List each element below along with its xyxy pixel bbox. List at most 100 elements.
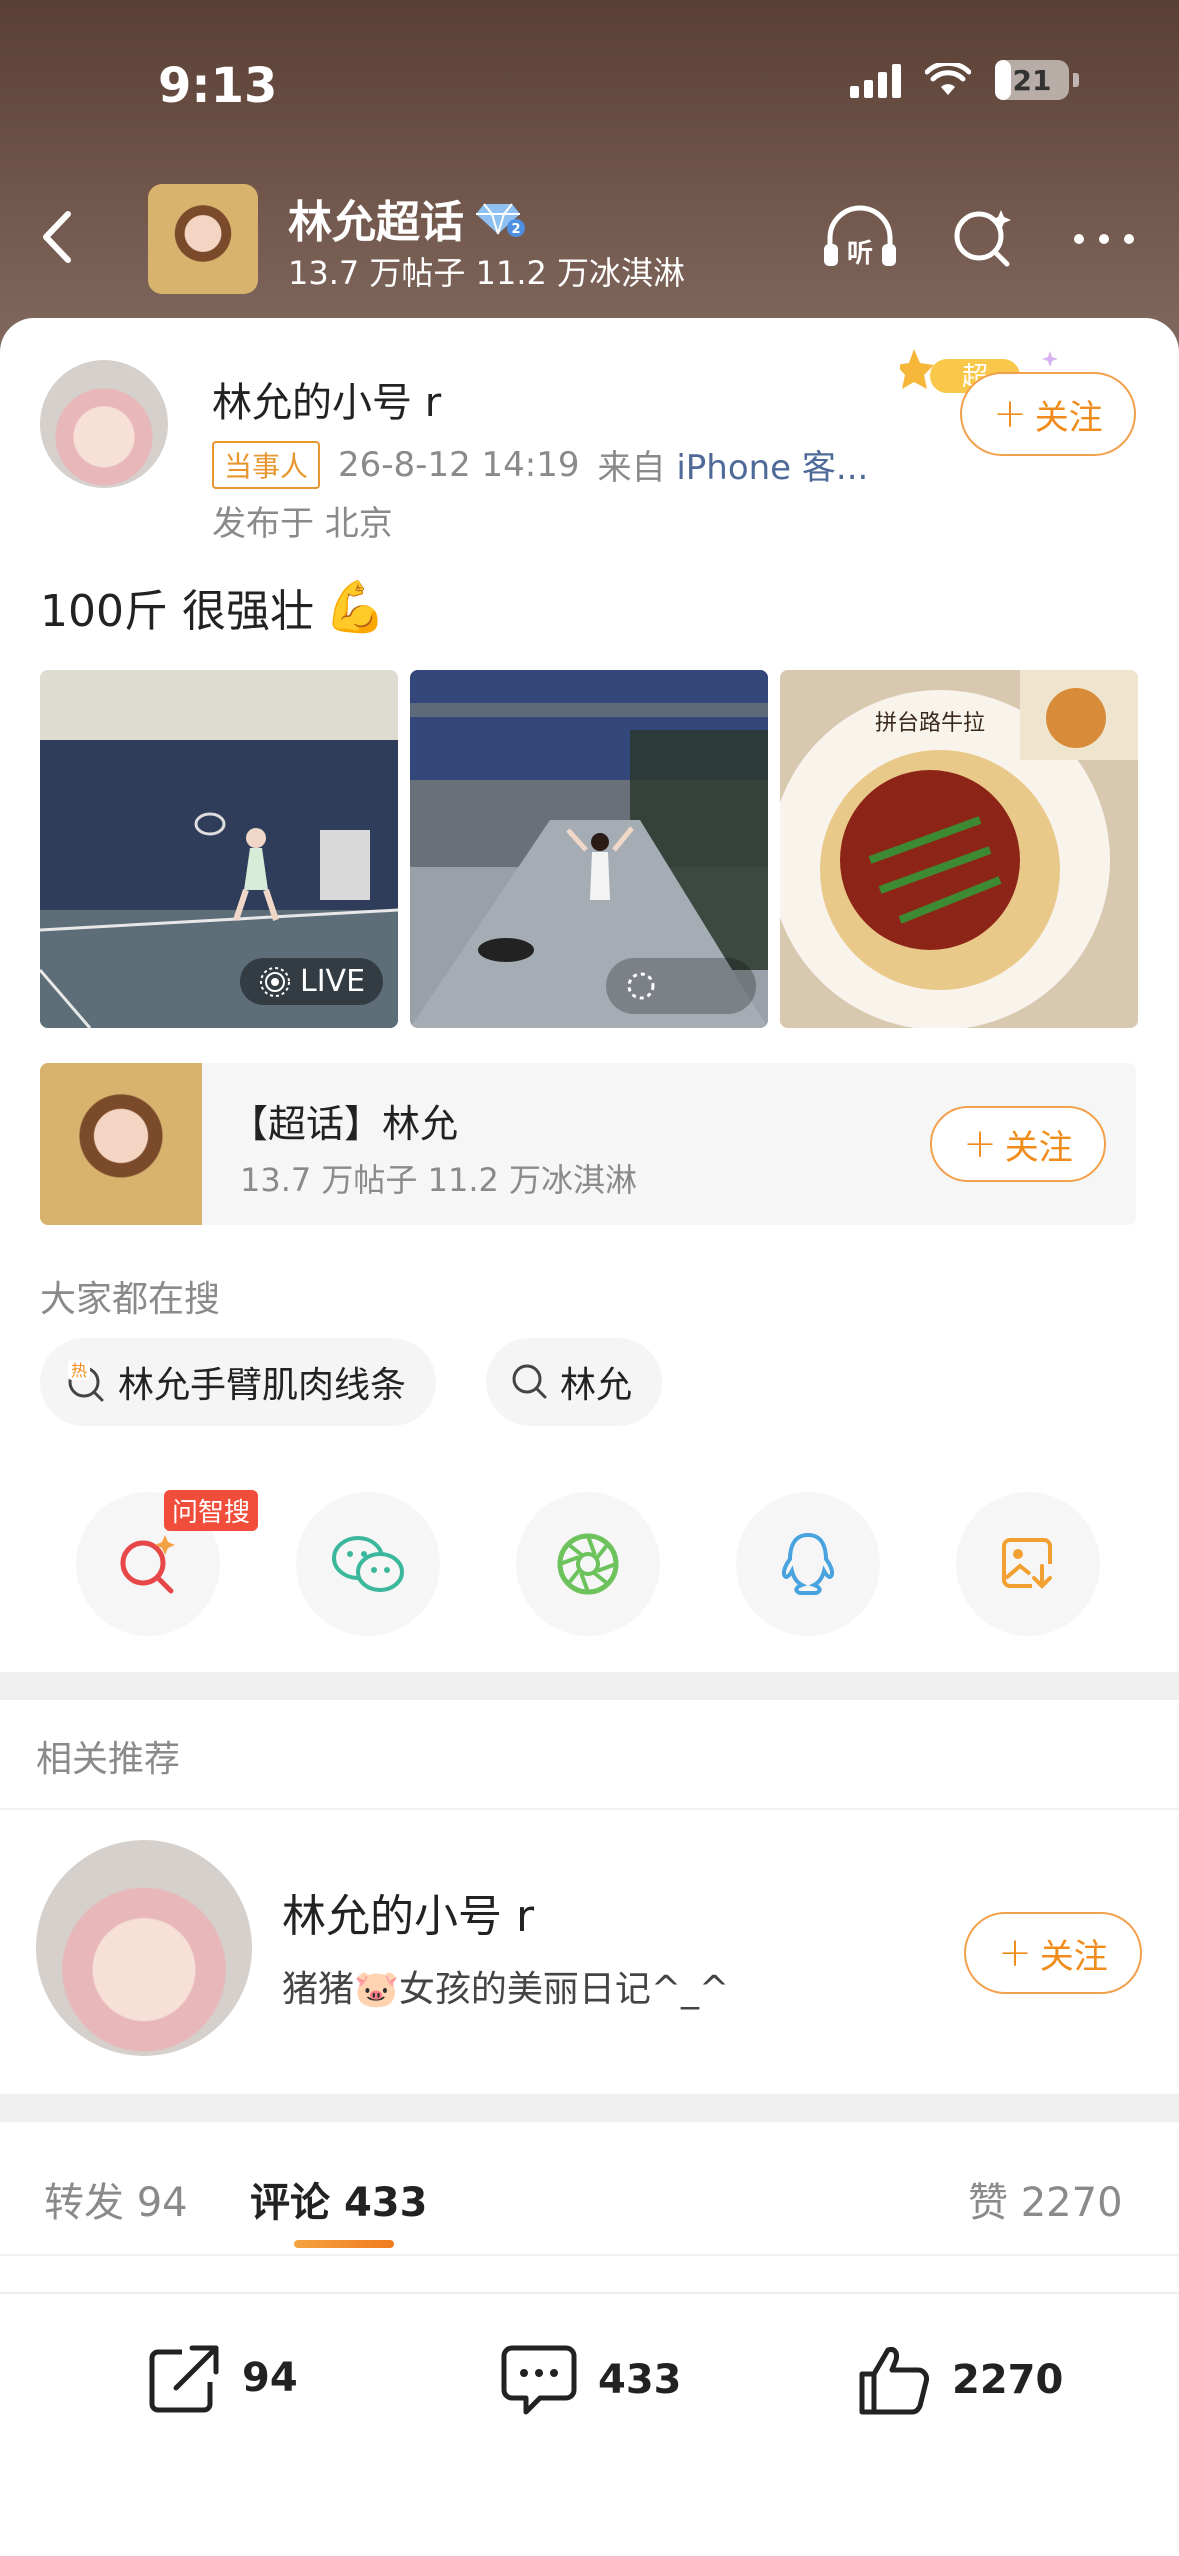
- search-sparkle-icon[interactable]: [944, 204, 1024, 274]
- post-body: 100斤 很强壮: [40, 586, 314, 637]
- section-divider: [0, 1672, 1179, 1700]
- divider-line: [0, 2254, 1179, 2256]
- tab-like[interactable]: 赞 2270: [968, 2170, 1123, 2228]
- tab-comment-label: 评论: [250, 2180, 330, 2226]
- more-icon[interactable]: [1064, 204, 1144, 274]
- tab-repost[interactable]: 转发 94: [44, 2170, 188, 2228]
- from-device-link[interactable]: iPhone 客...: [676, 448, 868, 488]
- topic-title[interactable]: 林允超话 2: [288, 186, 528, 250]
- live-badge: LIVE: [240, 958, 384, 1005]
- tab-comment-count: 433: [343, 2180, 428, 2226]
- search-chip-text: 林允手臂肌肉线条: [118, 1365, 407, 1406]
- repost-icon: [149, 2345, 219, 2413]
- save-image-icon: [1002, 1538, 1056, 1592]
- nav-bar: 林允超话 2 13.7 万帖子 11.2 万冰淇淋 听: [0, 180, 1179, 300]
- save-image-button[interactable]: [956, 1492, 1100, 1636]
- from-prefix: 来自: [597, 448, 666, 488]
- share-qq-button[interactable]: [736, 1492, 880, 1636]
- diamond-badge-icon: 2: [476, 203, 525, 237]
- tab-repost-label: 转发: [44, 2180, 124, 2226]
- comment-action[interactable]: 433: [500, 2342, 682, 2418]
- search-chip-arm-muscle[interactable]: 热 林允手臂肌肉线条: [40, 1338, 437, 1426]
- repost-count: 94: [242, 2355, 298, 2401]
- like-action[interactable]: 2270: [856, 2342, 1063, 2418]
- tab-like-count: 2270: [1020, 2180, 1123, 2226]
- recommend-avatar[interactable]: [36, 1840, 252, 2056]
- repost-action[interactable]: 94: [146, 2342, 298, 2414]
- section-divider: [0, 2094, 1179, 2122]
- interaction-tabs: 转发 94 评论 433 赞 2270: [0, 2160, 1179, 2256]
- post-timestamp: 26-8-12 14:19: [338, 444, 580, 485]
- tab-like-label: 赞: [968, 2180, 1008, 2226]
- role-badge: 当事人: [212, 440, 321, 489]
- back-icon[interactable]: [30, 202, 90, 272]
- follow-recommend-button[interactable]: + 关注: [964, 1912, 1142, 1994]
- qq-icon: [781, 1532, 835, 1595]
- supertopic-cover: [40, 1063, 202, 1225]
- supertopic-title: 【超话】林允: [230, 1102, 459, 1146]
- thumbs-up-icon: [859, 2347, 929, 2415]
- post-meta: 当事人 26-8-12 14:19 来自 iPhone 客...: [212, 440, 868, 489]
- moments-icon: [557, 1533, 619, 1595]
- wenzhi-tag: 问智搜: [164, 1490, 259, 1531]
- hot-tag: 热: [71, 1361, 87, 1380]
- plus-icon: +: [993, 391, 1027, 437]
- follow-supertopic-button[interactable]: + 关注: [930, 1106, 1106, 1182]
- like-count: 2270: [952, 2357, 1064, 2403]
- wifi-icon: [925, 63, 971, 95]
- share-moments-button[interactable]: [516, 1492, 660, 1636]
- top-header: 9:13 21 林允超话 2 13.7 万帖子 11.2 万冰淇淋 听: [0, 0, 1179, 360]
- battery-cap: [1073, 73, 1079, 87]
- loading-indicator: [606, 958, 756, 1014]
- follow-label: 关注: [1004, 1127, 1073, 1168]
- live-photo-icon: [260, 966, 290, 997]
- svg-text:2: 2: [511, 222, 520, 237]
- supertopic-stats: 13.7 万帖子 11.2 万冰淇淋: [240, 1161, 638, 1199]
- author-avatar[interactable]: [40, 360, 168, 488]
- signal-icon: [850, 62, 901, 98]
- topic-stats: 13.7 万帖子 11.2 万冰淇淋: [288, 254, 686, 292]
- plus-icon: +: [963, 1121, 997, 1167]
- live-label: LIVE: [300, 964, 366, 999]
- follow-author-button[interactable]: + 关注: [960, 372, 1136, 456]
- noodles-scene: 拼台路牛拉: [780, 670, 1138, 1028]
- divider-line: [0, 1808, 1179, 1810]
- author-name[interactable]: 林允的小号 r: [212, 370, 441, 428]
- hot-search-icon: 热: [68, 1360, 104, 1402]
- search-icon: [512, 1364, 547, 1399]
- battery-level: 21: [1012, 63, 1052, 97]
- listen-label: 听: [847, 239, 873, 269]
- comment-icon: [501, 2345, 577, 2415]
- battery-icon: 21: [995, 60, 1069, 100]
- tab-comment[interactable]: 评论 433: [250, 2170, 427, 2228]
- street-photo[interactable]: [410, 670, 768, 1028]
- share-wechat-button[interactable]: [296, 1492, 440, 1636]
- search-chip-text: 林允: [560, 1365, 633, 1406]
- topic-avatar[interactable]: [148, 184, 258, 294]
- wechat-icon: [332, 1536, 404, 1592]
- bio-prefix: 猪猪: [282, 1969, 355, 2010]
- follow-label: 关注: [1034, 397, 1103, 438]
- tab-repost-count: 94: [136, 2180, 188, 2226]
- wenzhi-search-icon: [120, 1535, 175, 1594]
- noodles-photo[interactable]: 拼台路牛拉: [780, 670, 1138, 1028]
- post-location: 发布于 北京: [212, 504, 393, 544]
- search-chip-lin-yun[interactable]: 林允: [486, 1338, 663, 1426]
- follow-label: 关注: [1039, 1936, 1108, 1977]
- post-text: 100斤 很强壮 💪: [40, 575, 386, 639]
- pig-emoji: 🐷: [354, 1969, 399, 2010]
- status-icons: 21: [850, 60, 1079, 100]
- related-label: 相关推荐: [36, 1739, 181, 1780]
- tennis-court-photo[interactable]: LIVE: [40, 670, 398, 1028]
- listen-icon[interactable]: 听: [820, 204, 900, 274]
- flexed-biceps-emoji: 💪: [323, 577, 387, 636]
- restaurant-sign: 拼台路牛拉: [875, 711, 985, 736]
- status-time: 9:13: [158, 58, 278, 114]
- plus-icon: +: [998, 1930, 1032, 1976]
- active-tab-indicator: [294, 2240, 394, 2248]
- recommend-name[interactable]: 林允的小号 r: [282, 1880, 534, 1944]
- bottom-action-bar: 94 433 2270: [0, 2292, 1179, 2556]
- topic-title-text: 林允超话: [288, 197, 464, 248]
- bio-suffix: 女孩的美丽日记^_^: [398, 1969, 730, 2010]
- trending-search-label: 大家都在搜: [40, 1279, 221, 1320]
